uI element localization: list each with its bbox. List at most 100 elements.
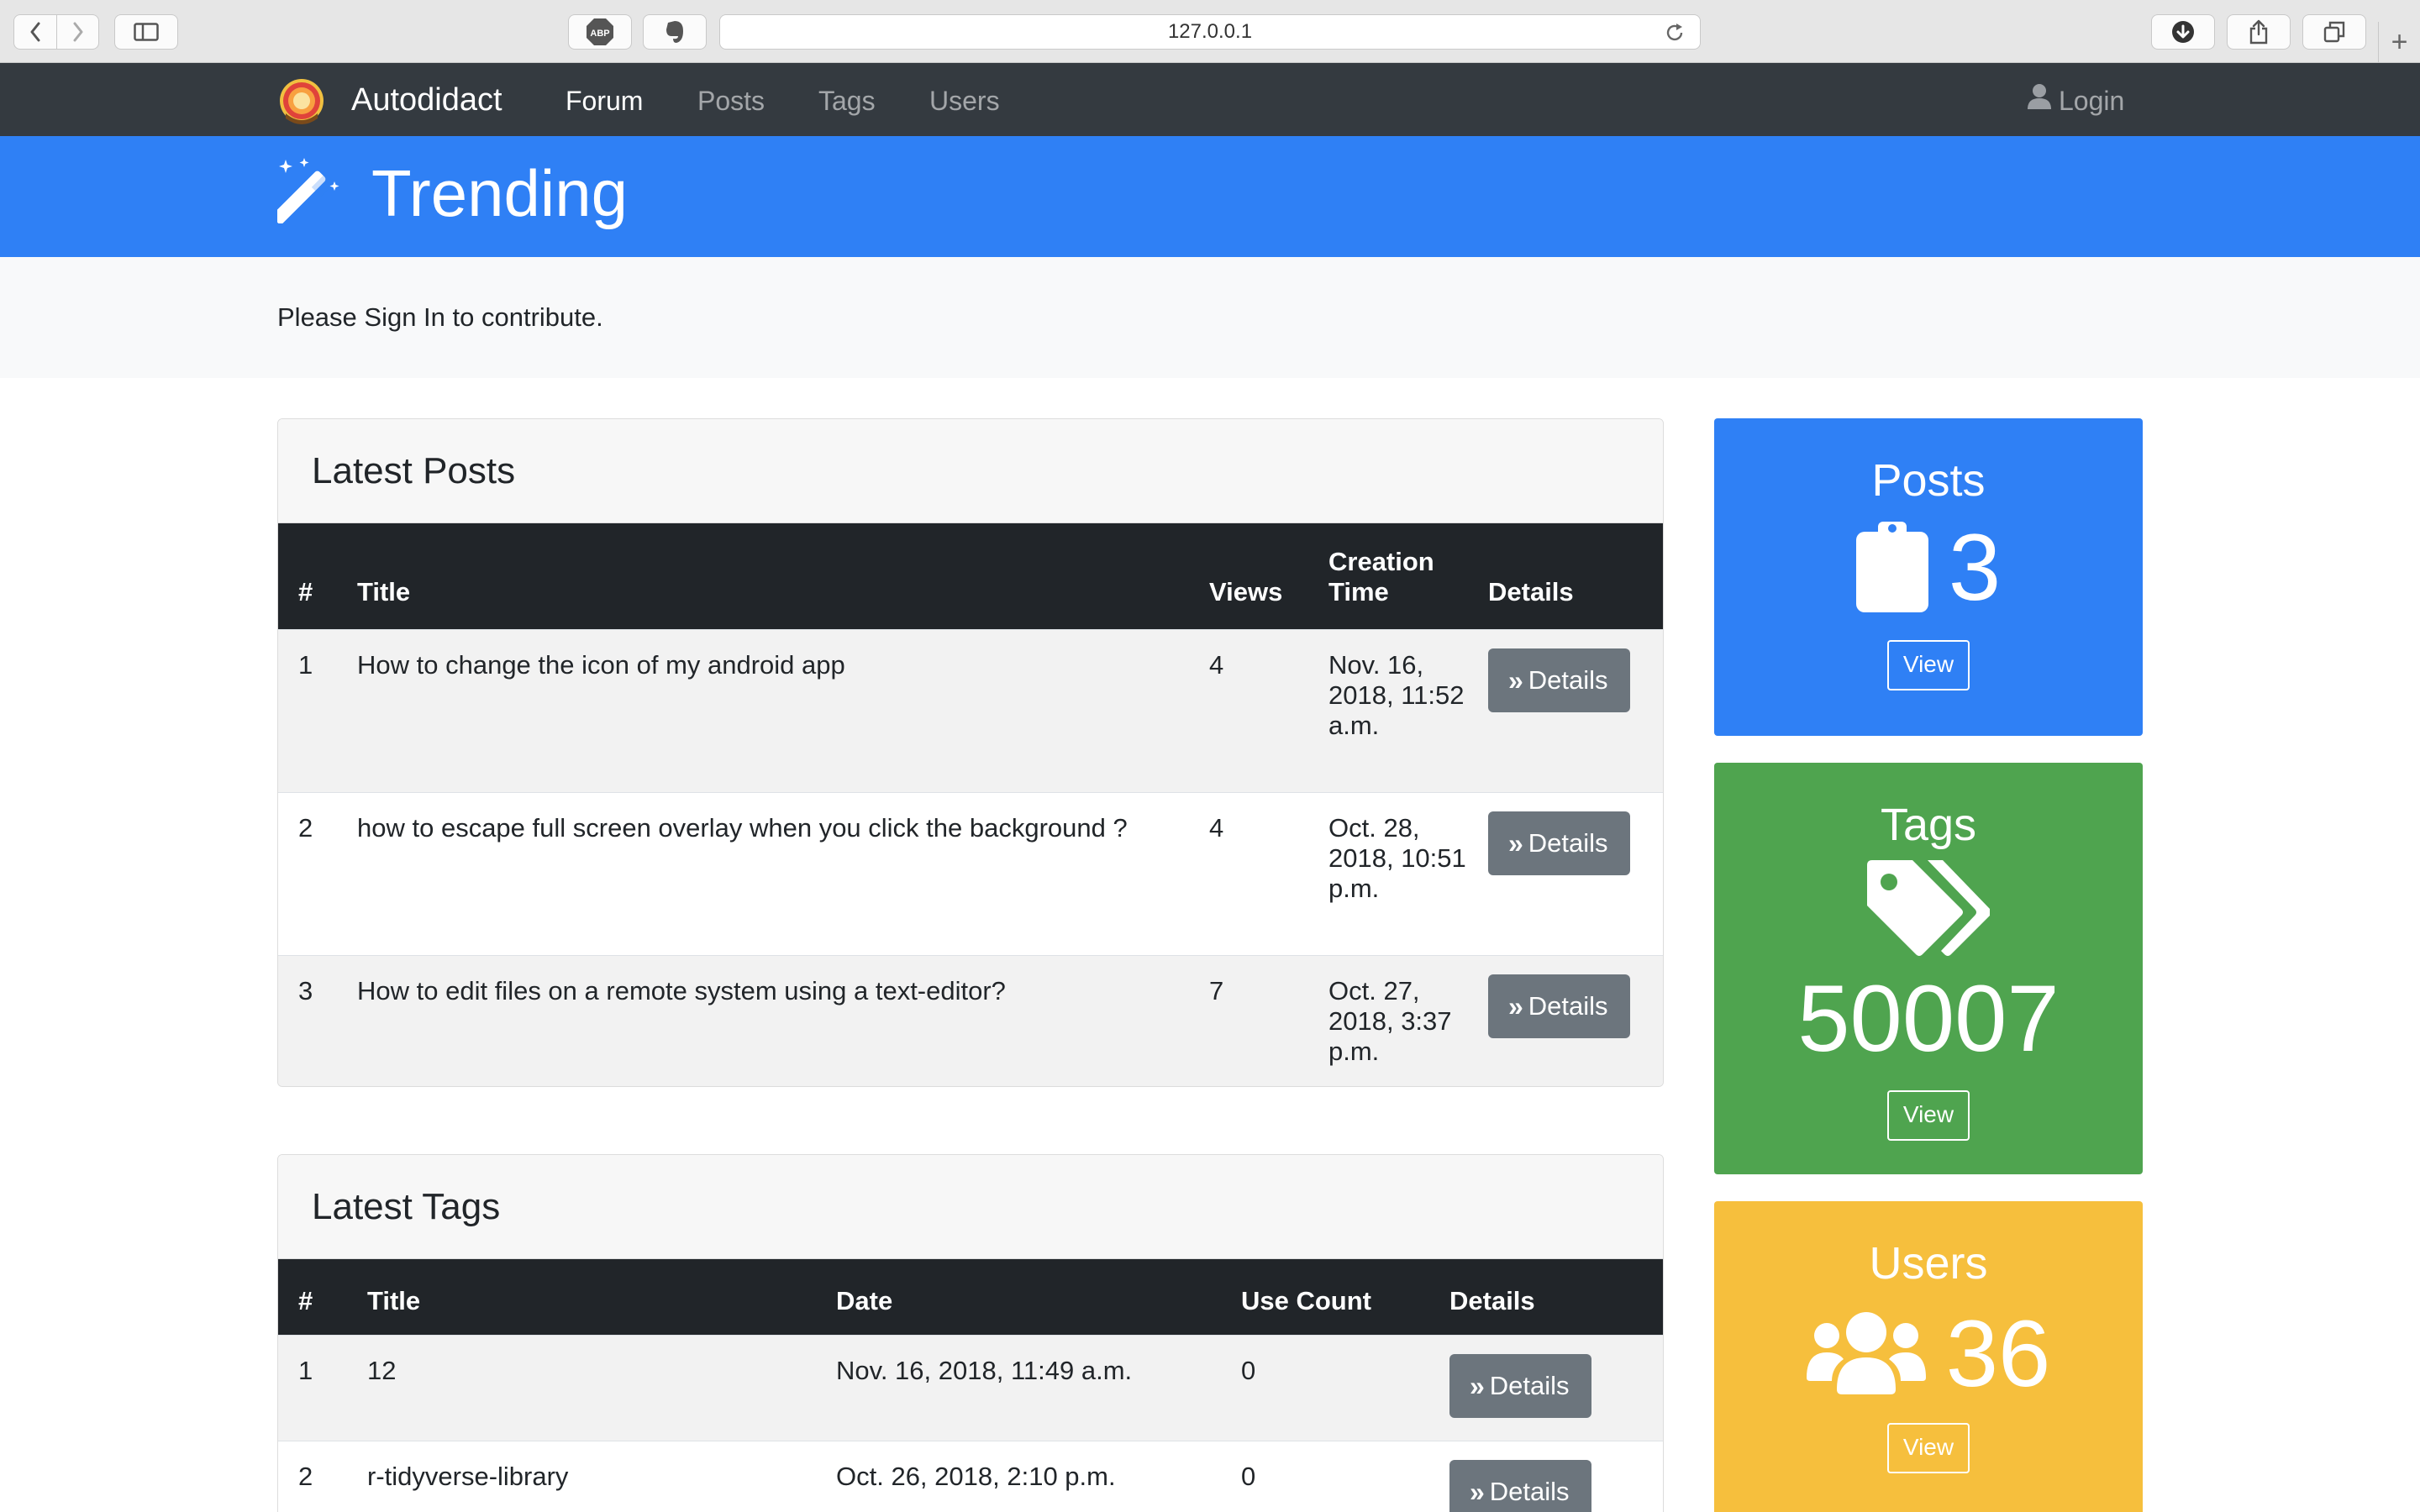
- table-row: 2 r-tidyverse-library Oct. 26, 2018, 2:1…: [278, 1441, 1663, 1512]
- col-header-views[interactable]: Views: [1209, 523, 1328, 629]
- brand-logo-icon[interactable]: [277, 78, 326, 127]
- reload-icon[interactable]: [1665, 23, 1685, 49]
- address-bar[interactable]: 127.0.0.1: [719, 14, 1701, 50]
- share-icon[interactable]: [2227, 14, 2291, 50]
- clipboard-icon: [1855, 520, 1928, 617]
- table-header-row: # Title Date Use Count Details: [278, 1259, 1663, 1335]
- post-views: 7: [1209, 975, 1224, 1005]
- col-header-details: Details: [1449, 1285, 1535, 1315]
- page-title: Trending: [371, 156, 628, 230]
- login-link[interactable]: Login: [2027, 81, 2124, 120]
- post-views: 4: [1209, 812, 1224, 843]
- posts-view-button[interactable]: View: [1887, 640, 1970, 690]
- url-text: 127.0.0.1: [1167, 20, 1253, 43]
- angle-double-right-icon: »: [1508, 664, 1523, 696]
- tags-stat-box: Tags 50007 View: [1714, 763, 2143, 1174]
- post-title[interactable]: how to escape full screen overlay when y…: [357, 792, 1209, 955]
- tags-stat-count: 50007: [1797, 966, 2060, 1071]
- col-header-creation-time[interactable]: Creation Time: [1328, 523, 1488, 629]
- col-header-date[interactable]: Date: [836, 1259, 1241, 1335]
- posts-stat-title: Posts: [1871, 455, 1986, 506]
- details-button[interactable]: » Details: [1449, 1459, 1591, 1512]
- evernote-icon[interactable]: [643, 14, 707, 50]
- sign-in-notice: Please Sign In to contribute.: [277, 302, 603, 332]
- post-creation-time: Oct. 28, 2018, 10:51 p.m.: [1328, 812, 1466, 903]
- nav-link-posts[interactable]: Posts: [697, 81, 765, 120]
- new-tab-icon[interactable]: +: [2378, 22, 2420, 63]
- users-view-button[interactable]: View: [1887, 1423, 1970, 1473]
- post-views: 4: [1209, 649, 1224, 680]
- users-stat-row: 36: [1714, 1304, 2143, 1404]
- tags-view-button[interactable]: View: [1887, 1090, 1970, 1141]
- login-label: Login: [2059, 86, 2125, 116]
- svg-text:ABP: ABP: [590, 29, 609, 39]
- users-stat-box: Users 36 View: [1714, 1201, 2143, 1512]
- tag-use-count: 0: [1241, 1461, 1256, 1491]
- tag-date: Oct. 26, 2018, 2:10 p.m.: [836, 1461, 1116, 1491]
- brand-name[interactable]: Autodidact: [351, 78, 502, 122]
- download-icon[interactable]: [2151, 14, 2215, 50]
- table-row: 1 How to change the icon of my android a…: [278, 629, 1663, 792]
- table-row: 3 How to edit files on a remote system u…: [278, 955, 1663, 1086]
- post-title[interactable]: How to change the icon of my android app: [357, 629, 1209, 792]
- users-stat-title: Users: [1869, 1238, 1988, 1289]
- table-header-row: # Title Views Creation Time Details: [278, 523, 1663, 629]
- posts-stat-count: 3: [1948, 515, 2002, 620]
- angle-double-right-icon: »: [1470, 1476, 1485, 1507]
- row-num: 3: [298, 975, 313, 1005]
- nav-link-users[interactable]: Users: [929, 81, 1000, 120]
- details-button[interactable]: » Details: [1488, 974, 1630, 1038]
- col-header-num: #: [298, 1285, 313, 1315]
- details-button[interactable]: » Details: [1488, 648, 1630, 712]
- magic-wand-icon: [272, 156, 346, 228]
- adblock-icon[interactable]: ABP: [568, 14, 632, 50]
- tags-icon: [1714, 860, 2143, 961]
- sidebar-icon[interactable]: [114, 14, 178, 50]
- page-banner: Trending: [0, 136, 2420, 257]
- nav-link-forum[interactable]: Forum: [566, 81, 643, 120]
- col-header-details: Details: [1488, 576, 1574, 606]
- details-button-label: Details: [1528, 990, 1608, 1021]
- row-num: 1: [298, 1355, 313, 1385]
- post-creation-time: Oct. 27, 2018, 3:37 p.m.: [1328, 975, 1452, 1066]
- post-title[interactable]: How to edit files on a remote system usi…: [357, 955, 1209, 1086]
- latest-tags-table: # Title Date Use Count Details 1 12 Nov.…: [278, 1259, 1663, 1512]
- details-button-label: Details: [1528, 827, 1608, 858]
- tabs-icon[interactable]: [2302, 14, 2366, 50]
- row-num: 1: [298, 649, 313, 680]
- nav-link-tags[interactable]: Tags: [818, 81, 876, 120]
- post-creation-time: Nov. 16, 2018, 11:52 a.m.: [1328, 649, 1465, 740]
- angle-double-right-icon: »: [1508, 827, 1523, 858]
- latest-tags-title: Latest Tags: [278, 1155, 1663, 1259]
- latest-posts-title: Latest Posts: [278, 419, 1663, 523]
- row-num: 2: [298, 812, 313, 843]
- tag-title[interactable]: r-tidyverse-library: [367, 1441, 836, 1512]
- tag-use-count: 0: [1241, 1355, 1256, 1385]
- site-navbar: Autodidact Forum Posts Tags Users Login: [0, 63, 2420, 136]
- users-icon: [1806, 1310, 1926, 1399]
- posts-stat-row: 3: [1714, 517, 2143, 618]
- users-stat-count: 36: [1945, 1301, 2051, 1406]
- col-header-title[interactable]: Title: [367, 1259, 836, 1335]
- details-button[interactable]: » Details: [1449, 1353, 1591, 1418]
- col-header-use-count[interactable]: Use Count: [1241, 1259, 1449, 1335]
- angle-double-right-icon: »: [1508, 990, 1523, 1021]
- details-button-label: Details: [1489, 1476, 1570, 1506]
- browser-toolbar: ABP 127.0.0.1 +: [0, 0, 2420, 63]
- table-row: 2 how to escape full screen overlay when…: [278, 792, 1663, 955]
- latest-tags-card: Latest Tags # Title Date Use Count Detai…: [277, 1154, 1664, 1512]
- posts-stat-box: Posts 3 View: [1714, 418, 2143, 736]
- details-button[interactable]: » Details: [1488, 811, 1630, 875]
- tags-stat-title: Tags: [1880, 800, 1977, 850]
- angle-double-right-icon: »: [1470, 1370, 1485, 1401]
- tag-title[interactable]: 12: [367, 1335, 836, 1441]
- col-header-title[interactable]: Title: [357, 523, 1209, 629]
- col-header-num: #: [298, 576, 313, 606]
- latest-posts-table: # Title Views Creation Time Details 1 Ho…: [278, 523, 1663, 1086]
- row-num: 2: [298, 1461, 313, 1491]
- forward-icon[interactable]: [56, 15, 98, 49]
- user-icon: [2027, 81, 2052, 120]
- history-buttons: [13, 14, 99, 50]
- details-button-label: Details: [1489, 1370, 1570, 1400]
- back-icon[interactable]: [14, 15, 56, 49]
